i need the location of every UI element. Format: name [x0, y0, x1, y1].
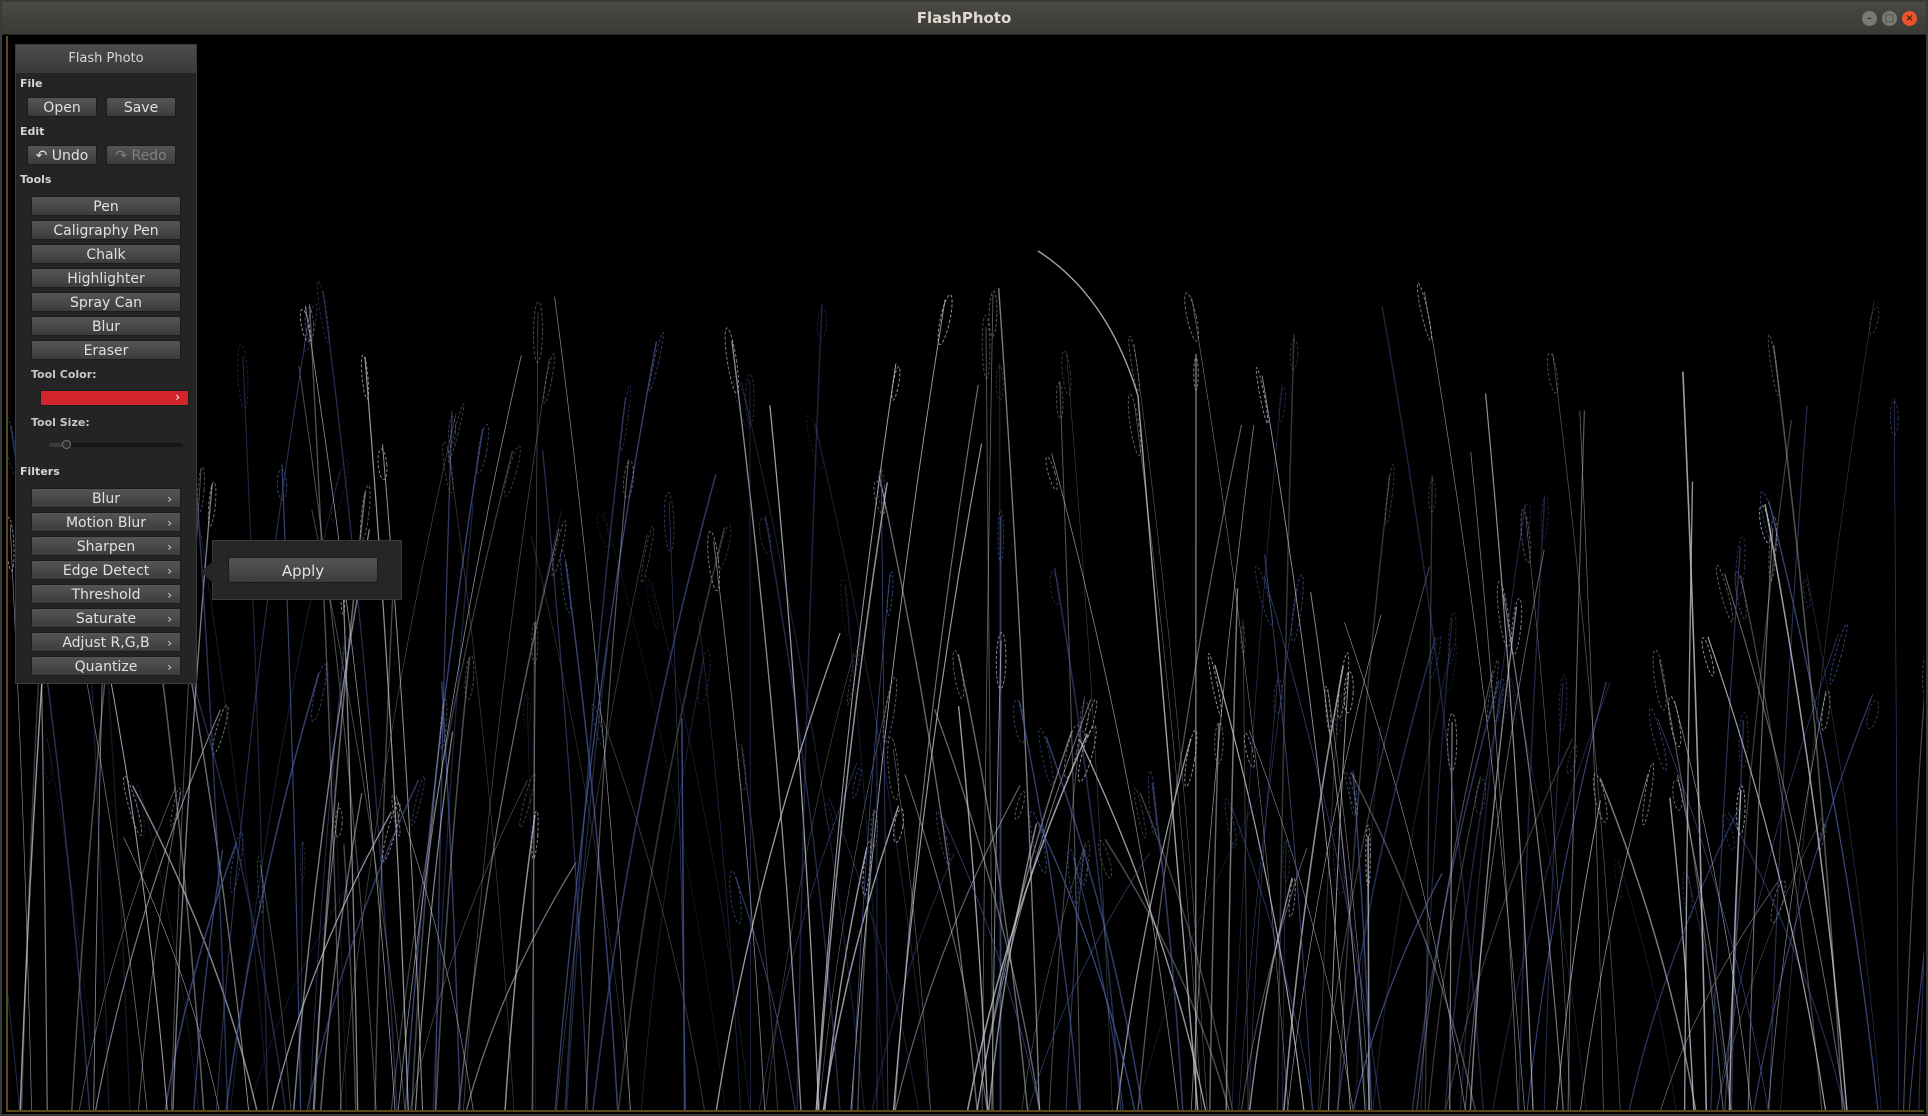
filters-section-label: Filters: [20, 465, 60, 478]
tool-size-slider-thumb[interactable]: [62, 440, 72, 449]
filter-saturate-button[interactable]: Saturate ›: [31, 608, 181, 628]
edge-detect-popup: Apply: [201, 540, 402, 600]
chevron-right-icon: ›: [167, 516, 172, 530]
tool-panel: Flash Photo File Open Save Edit ↶ Undo ↷…: [15, 44, 197, 684]
minimize-button[interactable]: –: [1862, 11, 1877, 26]
filter-threshold-button[interactable]: Threshold ›: [31, 584, 181, 604]
tool-eraser-button[interactable]: Eraser: [31, 340, 181, 360]
undo-button[interactable]: ↶ Undo: [27, 145, 97, 165]
tool-color-label: Tool Color:: [31, 368, 97, 381]
tool-chalk-button[interactable]: Chalk: [31, 244, 181, 264]
filter-saturate-label: Saturate: [75, 611, 137, 627]
filter-quantize-button[interactable]: Quantize ›: [31, 656, 181, 676]
filter-threshold-label: Threshold: [71, 587, 141, 603]
redo-icon: ↷: [115, 148, 128, 164]
filter-blur-label: Blur: [91, 491, 121, 507]
tools-section-label: Tools: [20, 173, 52, 186]
tool-color-picker[interactable]: ›: [40, 390, 189, 406]
tool-blur-button[interactable]: Blur: [31, 316, 181, 336]
popup-arrow: [201, 561, 213, 583]
close-button[interactable]: ×: [1902, 11, 1917, 26]
redo-label: Redo: [131, 148, 167, 164]
tool-calligraphy-pen-button[interactable]: Caligraphy Pen: [31, 220, 181, 240]
filter-adjust-rgb-button[interactable]: Adjust R,G,B ›: [31, 632, 181, 652]
maximize-button[interactable]: □: [1882, 11, 1897, 26]
chevron-right-icon: ›: [167, 564, 172, 578]
open-button[interactable]: Open: [27, 97, 97, 117]
filter-motion-blur-button[interactable]: Motion Blur ›: [31, 512, 181, 532]
filter-edge-detect-label: Edge Detect: [62, 563, 150, 579]
filter-motion-blur-label: Motion Blur: [65, 515, 147, 531]
undo-icon: ↶: [35, 148, 48, 164]
filter-blur-button[interactable]: Blur ›: [31, 488, 181, 508]
chevron-right-icon: ›: [167, 588, 172, 602]
tool-spray-can-button[interactable]: Spray Can: [31, 292, 181, 312]
chevron-right-icon: ›: [167, 612, 172, 626]
tool-size-label: Tool Size:: [31, 416, 90, 429]
title-bar[interactable]: FlashPhoto – □ ×: [2, 2, 1926, 35]
filter-edge-detect-button[interactable]: Edge Detect ›: [31, 560, 181, 580]
tool-size-slider[interactable]: [49, 440, 183, 449]
filter-adjust-rgb-label: Adjust R,G,B: [62, 635, 150, 651]
filter-quantize-label: Quantize: [74, 659, 138, 675]
window-title: FlashPhoto: [916, 9, 1012, 27]
file-section-label: File: [20, 77, 43, 90]
undo-label: Undo: [51, 148, 89, 164]
chevron-right-icon: ›: [167, 636, 172, 650]
chevron-right-icon: ›: [175, 390, 180, 404]
save-button[interactable]: Save: [106, 97, 176, 117]
tool-pen-button[interactable]: Pen: [31, 196, 181, 216]
redo-button[interactable]: ↷ Redo: [106, 145, 176, 165]
apply-button[interactable]: Apply: [228, 557, 378, 583]
edit-section-label: Edit: [20, 125, 45, 138]
filter-sharpen-button[interactable]: Sharpen ›: [31, 536, 181, 556]
tool-highlighter-button[interactable]: Highlighter: [31, 268, 181, 288]
chevron-right-icon: ›: [167, 492, 172, 506]
panel-header[interactable]: Flash Photo: [16, 45, 196, 73]
flashphoto-window: FlashPhoto – □ × Flash Photo File Open S…: [0, 0, 1928, 1116]
filter-sharpen-label: Sharpen: [76, 539, 136, 555]
chevron-right-icon: ›: [167, 660, 172, 674]
chevron-right-icon: ›: [167, 540, 172, 554]
